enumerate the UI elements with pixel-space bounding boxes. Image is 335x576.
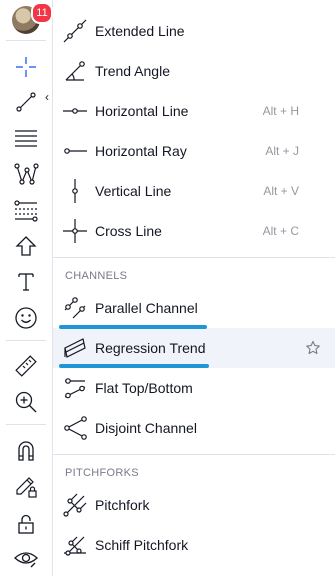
crosshair-icon[interactable]: [11, 52, 41, 82]
zoom-in-icon[interactable]: [11, 387, 41, 417]
menu-item-schiff-pitchfork[interactable]: Schiff Pitchfork: [53, 525, 335, 565]
menu-item-label: Flat Top/Bottom: [95, 380, 193, 396]
pattern-icon[interactable]: [11, 159, 41, 189]
flat-top-bottom-icon: [62, 375, 88, 401]
favorite-star-icon[interactable]: [305, 340, 321, 356]
trend-angle-icon: [62, 58, 88, 84]
fib-retracement-icon[interactable]: [11, 195, 41, 225]
menu-item-extended-line[interactable]: Extended Line: [53, 11, 335, 51]
regression-trend-icon: [62, 335, 88, 361]
menu-item-label: Horizontal Line: [95, 103, 189, 119]
menu-item-label: Trend Angle: [95, 63, 170, 79]
emoji-icon[interactable]: [11, 303, 41, 333]
horizontal-ray-icon: [62, 138, 88, 164]
menu-item-horizontal-ray[interactable]: Horizontal Ray Alt + J: [53, 131, 335, 171]
horizontal-lines-icon[interactable]: [11, 122, 41, 152]
text-icon[interactable]: [11, 267, 41, 297]
menu-divider: [53, 257, 335, 258]
collapse-toolbar-icon[interactable]: ‹: [42, 88, 52, 106]
menu-item-label: Pitchfork: [95, 497, 150, 513]
section-header-channels: CHANNELS: [65, 270, 128, 282]
menu-item-pitchfork[interactable]: Pitchfork: [53, 485, 335, 525]
extended-line-icon: [62, 18, 88, 44]
menu-item-label: Parallel Channel: [95, 300, 198, 316]
menu-item-label: Extended Line: [95, 23, 185, 39]
highlight-stroke: [59, 325, 207, 329]
disjoint-channel-icon: [62, 415, 88, 441]
menu-item-label: Vertical Line: [95, 183, 172, 199]
menu-divider: [53, 454, 335, 455]
menu-item-trend-angle[interactable]: Trend Angle: [53, 51, 335, 91]
shortcut-hint: Alt + J: [265, 144, 299, 158]
menu-item-parallel-channel[interactable]: Parallel Channel: [53, 288, 335, 328]
menu-item-label: Horizontal Ray: [95, 143, 187, 159]
vertical-line-icon: [62, 178, 88, 204]
menu-item-label: Regression Trend: [95, 340, 206, 356]
toolbar-divider: [6, 340, 46, 341]
arrow-up-icon[interactable]: [11, 231, 41, 261]
section-header-pitchforks: PITCHFORKS: [65, 467, 139, 479]
shortcut-hint: Alt + V: [263, 184, 299, 198]
cross-line-icon: [62, 218, 88, 244]
menu-item-horizontal-line[interactable]: Horizontal Line Alt + H: [53, 91, 335, 131]
menu-item-label: Cross Line: [95, 223, 162, 239]
lock-drawings-icon[interactable]: [11, 472, 41, 502]
pitchfork-icon: [62, 492, 88, 518]
schiff-pitchfork-icon: [62, 532, 88, 558]
drawing-toolbar: 11 ‹: [0, 0, 53, 576]
toolbar-divider: [6, 424, 46, 425]
menu-item-label: Disjoint Channel: [95, 420, 197, 436]
shortcut-hint: Alt + C: [262, 224, 299, 238]
lock-icon[interactable]: [11, 509, 41, 539]
parallel-channel-icon: [62, 295, 88, 321]
trend-line-icon[interactable]: [11, 87, 41, 117]
ruler-icon[interactable]: [11, 351, 41, 381]
shortcut-hint: Alt + H: [262, 104, 299, 118]
menu-item-regression-trend[interactable]: Regression Trend: [53, 328, 335, 368]
horizontal-line-icon: [62, 98, 88, 124]
menu-item-cross-line[interactable]: Cross Line Alt + C: [53, 211, 335, 251]
eye-icon[interactable]: [11, 543, 41, 573]
menu-item-disjoint-channel[interactable]: Disjoint Channel: [53, 408, 335, 448]
menu-item-label: Schiff Pitchfork: [95, 537, 189, 553]
notification-badge: 11: [31, 2, 53, 24]
magnet-icon[interactable]: [11, 436, 41, 466]
toolbar-divider: [6, 40, 46, 41]
drawing-tools-menu: Extended Line Trend Angle Horizontal Lin…: [53, 0, 335, 576]
menu-item-vertical-line[interactable]: Vertical Line Alt + V: [53, 171, 335, 211]
menu-item-flat-top-bottom[interactable]: Flat Top/Bottom: [53, 368, 335, 408]
